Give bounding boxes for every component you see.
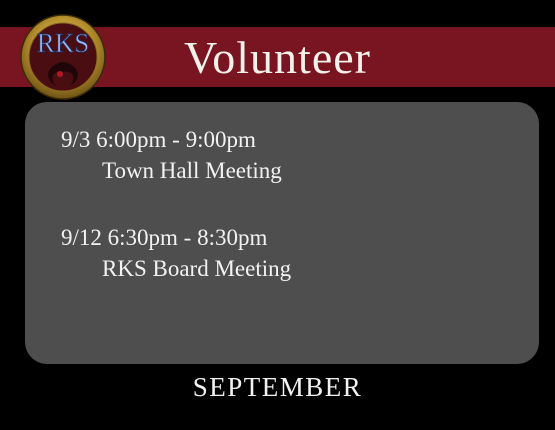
event-item: 9/12 6:30pm - 8:30pm RKS Board Meeting (61, 222, 291, 284)
event-item: 9/3 6:00pm - 9:00pm Town Hall Meeting (61, 124, 282, 186)
event-time: 9/12 6:30pm - 8:30pm (61, 225, 268, 250)
event-time: 9/3 6:00pm - 9:00pm (61, 127, 256, 152)
svg-text:RKS: RKS (37, 28, 90, 58)
month-label: SEPTEMBER (192, 372, 363, 402)
event-name: Town Hall Meeting (102, 158, 282, 183)
events-panel: 9/3 6:00pm - 9:00pm Town Hall Meeting 9/… (25, 102, 539, 364)
rks-logo: RKS (20, 14, 106, 100)
event-name: RKS Board Meeting (102, 256, 292, 281)
